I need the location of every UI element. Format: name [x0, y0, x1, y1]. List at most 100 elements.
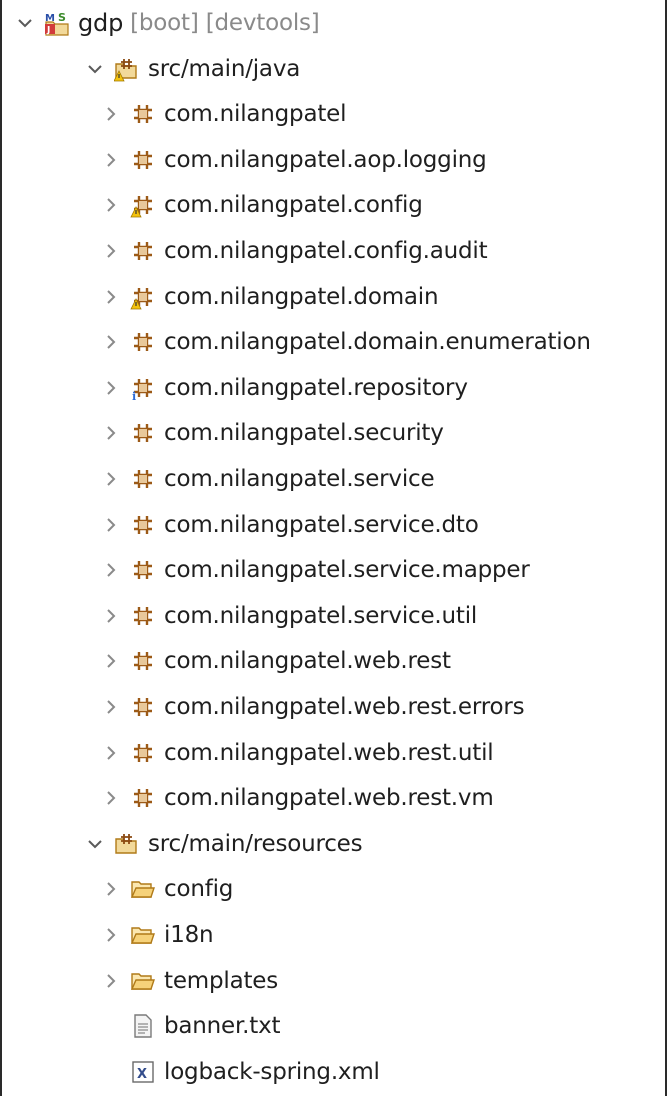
tree-item-src-main-resources[interactable]: src/main/resources — [2, 821, 665, 867]
tree-item-label: src/main/resources — [148, 830, 363, 857]
tree-item-label: com.nilangpatel.aop.logging — [164, 146, 487, 173]
chevron-right-icon[interactable] — [100, 878, 122, 900]
chevron-down-icon[interactable] — [84, 58, 106, 80]
tree-item-label: com.nilangpatel.domain — [164, 283, 439, 310]
tree-item-label: com.nilangpatel.web.rest.util — [164, 739, 494, 766]
tree-item-label: config — [164, 876, 234, 903]
svg-text:X: X — [137, 1067, 147, 1082]
tree-item-label: i18n — [164, 922, 214, 948]
spring-boot-project-icon: MSJ — [44, 10, 70, 36]
tree-item-pkg-11[interactable]: com.nilangpatel.service.mapper — [2, 547, 665, 593]
tree-item-label: com.nilangpatel.service.mapper — [164, 557, 530, 584]
tree-item-pkg-5[interactable]: com.nilangpatel.domain — [2, 274, 665, 320]
xml-file-icon: X — [130, 1059, 156, 1085]
tree-item-label: com.nilangpatel.service.dto — [164, 511, 479, 538]
text-file-icon — [130, 1013, 156, 1039]
chevron-right-icon[interactable] — [100, 514, 122, 536]
package-icon — [130, 147, 156, 173]
tree-item-label: logback-spring.xml — [164, 1058, 380, 1085]
package-icon — [130, 603, 156, 629]
tree-item-pkg-4[interactable]: com.nilangpatel.config.audit — [2, 228, 665, 274]
chevron-right-icon[interactable] — [100, 970, 122, 992]
chevron-right-icon[interactable] — [100, 696, 122, 718]
chevron-right-icon[interactable] — [100, 149, 122, 171]
tree-item-pkg-3[interactable]: com.nilangpatel.config — [2, 182, 665, 228]
tree-item-label: com.nilangpatel.repository — [164, 374, 468, 401]
tree-item-pkg-10[interactable]: com.nilangpatel.service.dto — [2, 502, 665, 548]
tree-item-pkg-8[interactable]: com.nilangpatel.security — [2, 410, 665, 456]
tree-item-pkg-16[interactable]: com.nilangpatel.web.rest.vm — [2, 775, 665, 821]
tree-item-label: com.nilangpatel.service — [164, 466, 435, 492]
package-icon — [130, 694, 156, 720]
tree-item-folder-config[interactable]: config — [2, 866, 665, 912]
chevron-right-icon[interactable] — [100, 194, 122, 216]
package-icon — [130, 329, 156, 355]
source-folder-icon — [114, 831, 140, 857]
chevron-right-icon[interactable] — [100, 650, 122, 672]
tree-item-label: src/main/java — [148, 55, 301, 82]
tree-item-label: com.nilangpatel.web.rest.errors — [164, 694, 525, 720]
tree-item-label: com.nilangpatel.service.util — [164, 602, 478, 629]
tree-item-label: com.nilangpatel — [164, 101, 347, 128]
svg-text:S: S — [58, 11, 66, 24]
project-explorer-tree: M S Jgdp [boot] [devtools] src/main/java com.… — [0, 0, 667, 1096]
chevron-down-icon[interactable] — [14, 12, 36, 34]
tree-item-label: templates — [164, 967, 279, 994]
tree-item-label: com.nilangpatel.web.rest — [164, 648, 451, 675]
svg-text:M: M — [45, 13, 55, 24]
tree-item-pkg-15[interactable]: com.nilangpatel.web.rest.util — [2, 730, 665, 776]
package-icon — [130, 740, 156, 766]
package-icon — [130, 648, 156, 674]
chevron-right-icon[interactable] — [100, 468, 122, 490]
chevron-right-icon[interactable] — [100, 240, 122, 262]
chevron-right-icon[interactable] — [100, 605, 122, 627]
tree-item-pkg-6[interactable]: com.nilangpatel.domain.enumeration — [2, 319, 665, 365]
folder-icon — [130, 922, 156, 948]
chevron-right-icon[interactable] — [100, 742, 122, 764]
tree-item-label: com.nilangpatel.web.rest.vm — [164, 785, 494, 812]
chevron-right-icon[interactable] — [100, 286, 122, 308]
tree-item-folder-templates[interactable]: templates — [2, 958, 665, 1004]
package-icon — [130, 238, 156, 264]
package-warning-icon — [130, 192, 156, 218]
tree-item-file-banner[interactable]: banner.txt — [2, 1003, 665, 1049]
chevron-right-icon[interactable] — [100, 559, 122, 581]
tree-item-pkg-14[interactable]: com.nilangpatel.web.rest.errors — [2, 684, 665, 730]
tree-item-label: com.nilangpatel.domain.enumeration — [164, 329, 591, 356]
tree-item-pkg-7[interactable]: i com.nilangpatel.repository — [2, 365, 665, 411]
tree-item-pkg-1[interactable]: com.nilangpatel — [2, 91, 665, 137]
svg-text:J: J — [46, 26, 50, 36]
tree-item-pkg-13[interactable]: com.nilangpatel.web.rest — [2, 638, 665, 684]
chevron-right-icon[interactable] — [100, 422, 122, 444]
svg-text:i: i — [132, 390, 136, 401]
chevron-right-icon[interactable] — [100, 787, 122, 809]
package-icon — [130, 557, 156, 583]
tree-item-project[interactable]: M S Jgdp [boot] [devtools] — [2, 0, 665, 46]
tree-item-pkg-2[interactable]: com.nilangpatel.aop.logging — [2, 137, 665, 183]
tree-item-pkg-9[interactable]: com.nilangpatel.service — [2, 456, 665, 502]
chevron-right-icon[interactable] — [100, 924, 122, 946]
chevron-right-icon[interactable] — [100, 103, 122, 125]
folder-icon — [130, 876, 156, 902]
tree-item-file-logback[interactable]: Xlogback-spring.xml — [2, 1049, 665, 1095]
tree-item-label: com.nilangpatel.config — [164, 192, 423, 219]
chevron-right-icon[interactable] — [100, 331, 122, 353]
tree-item-folder-i18n[interactable]: i18n — [2, 912, 665, 958]
tree-item-label: gdp — [78, 9, 124, 37]
package-icon — [130, 466, 156, 492]
chevron-down-icon[interactable] — [84, 833, 106, 855]
package-info-icon: i — [130, 375, 156, 403]
package-icon — [130, 420, 156, 446]
package-icon — [130, 512, 156, 538]
folder-icon — [130, 968, 156, 994]
tree-item-pkg-12[interactable]: com.nilangpatel.service.util — [2, 593, 665, 639]
tree-item-src-main-java[interactable]: src/main/java — [2, 46, 665, 92]
chevron-right-icon[interactable] — [100, 377, 122, 399]
tree-item-label: com.nilangpatel.config.audit — [164, 238, 488, 264]
source-folder-warning-icon — [113, 56, 140, 82]
tree-item-label: com.nilangpatel.security — [164, 420, 444, 447]
project-decorations: [boot] [devtools] — [130, 10, 320, 36]
package-icon — [130, 785, 156, 811]
